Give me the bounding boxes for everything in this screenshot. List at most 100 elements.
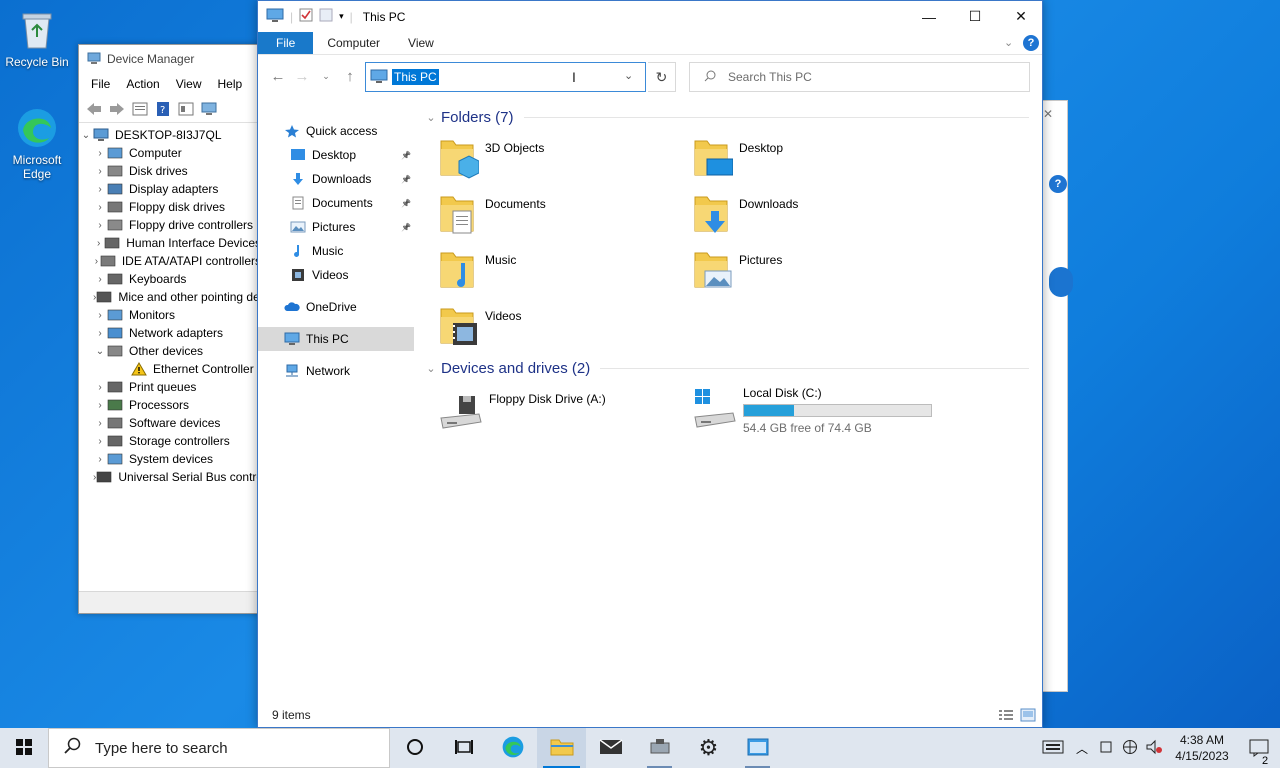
expand-chevron-icon[interactable]: › xyxy=(93,328,107,339)
forward-icon[interactable]: → xyxy=(290,68,314,85)
expand-ribbon-icon[interactable]: ⌄ xyxy=(1004,36,1013,49)
tree-item[interactable]: › Computer xyxy=(79,144,261,162)
taskbar-settings[interactable]: ⚙ xyxy=(684,728,733,768)
tab-file[interactable]: File xyxy=(258,32,314,54)
show-hidden-icons-chevron-icon[interactable]: ︿ xyxy=(1070,740,1094,757)
taskbar-device-manager[interactable] xyxy=(635,728,684,768)
nav-item-pictures[interactable]: Pictures 📌 xyxy=(258,215,414,239)
notifications-button[interactable]: 2 xyxy=(1238,739,1280,767)
nav-item-music[interactable]: Music xyxy=(258,239,414,263)
tree-item[interactable]: › Storage controllers xyxy=(79,432,261,450)
close-button[interactable]: ✕ xyxy=(998,1,1042,32)
expand-chevron-icon[interactable]: › xyxy=(93,400,107,411)
menu-view[interactable]: View xyxy=(168,77,210,91)
large-icons-view-icon[interactable] xyxy=(1020,708,1036,725)
folder-documents[interactable]: Documents xyxy=(439,193,546,235)
tree-item[interactable]: › Floppy drive controllers xyxy=(79,216,261,234)
desktop-icon-edge[interactable]: Microsoft Edge xyxy=(0,106,74,181)
minimize-button[interactable]: — xyxy=(906,1,952,32)
taskbar-search[interactable]: Type here to search xyxy=(48,728,390,768)
collapse-chevron-icon[interactable]: ⌄ xyxy=(423,362,439,375)
folder-pictures[interactable]: Pictures xyxy=(693,249,782,291)
clock[interactable]: 4:38 AM 4/15/2023 xyxy=(1166,732,1238,764)
tree-root[interactable]: ⌄ DESKTOP-8I3J7QL xyxy=(79,126,261,144)
taskbar-file-explorer[interactable] xyxy=(537,728,586,768)
tree-item[interactable]: › System devices xyxy=(79,450,261,468)
start-button[interactable] xyxy=(0,728,48,768)
collapse-chevron-icon[interactable]: ⌄ xyxy=(93,346,107,357)
network-globe-icon[interactable] xyxy=(1118,739,1142,758)
taskbar-app-window[interactable] xyxy=(733,728,782,768)
expand-chevron-icon[interactable]: › xyxy=(93,310,107,321)
refresh-button[interactable]: ↻ xyxy=(648,62,676,92)
nav-item-downloads[interactable]: Downloads 📌 xyxy=(258,167,414,191)
nav-item-quick-access[interactable]: Quick access xyxy=(258,119,414,143)
cortana-button[interactable] xyxy=(390,728,439,768)
pin-icon[interactable]: 📌 xyxy=(401,175,411,184)
expand-chevron-icon[interactable]: › xyxy=(93,184,107,195)
background-window[interactable]: ✕ ? xyxy=(1040,100,1073,692)
expand-chevron-icon[interactable]: › xyxy=(93,418,107,429)
tree-item[interactable]: › Display adapters xyxy=(79,180,261,198)
nav-item-network[interactable]: Network xyxy=(258,359,414,383)
device-manager-window[interactable]: Device Manager File Action View Help ? ⌄… xyxy=(78,44,262,614)
help-icon[interactable]: ? xyxy=(1023,35,1039,51)
expand-chevron-icon[interactable]: › xyxy=(93,454,107,465)
expand-chevron-icon[interactable]: › xyxy=(93,256,100,267)
collapse-chevron-icon[interactable]: ⌄ xyxy=(79,130,93,141)
nav-item-this-pc[interactable]: This PC xyxy=(258,327,414,351)
folder-downloads[interactable]: Downloads xyxy=(693,193,798,235)
folders-group-header[interactable]: ⌄ Folders (7) xyxy=(423,105,1029,129)
properties-icon[interactable] xyxy=(131,101,149,117)
expand-chevron-icon[interactable]: › xyxy=(93,220,107,231)
folder-3d-objects[interactable]: 3D Objects xyxy=(439,137,544,179)
address-bar[interactable]: This PC I ⌄ xyxy=(365,62,646,92)
maximize-button[interactable]: ☐ xyxy=(952,1,998,32)
tree-item[interactable]: › Keyboards xyxy=(79,270,261,288)
folder-desktop[interactable]: Desktop xyxy=(693,137,783,179)
tree-item[interactable]: › IDE ATA/ATAPI controllers xyxy=(79,252,261,270)
details-view-icon[interactable] xyxy=(998,708,1014,725)
expand-chevron-icon[interactable]: › xyxy=(93,166,107,177)
tree-item[interactable]: › Monitors xyxy=(79,306,261,324)
customize-dropdown-icon[interactable]: ▾ xyxy=(339,11,344,22)
tab-computer[interactable]: Computer xyxy=(313,32,394,54)
folder-videos[interactable]: Videos xyxy=(439,305,521,347)
nav-item-videos[interactable]: Videos xyxy=(258,263,414,287)
expand-chevron-icon[interactable]: › xyxy=(93,274,107,285)
pin-icon[interactable]: 📌 xyxy=(401,151,411,160)
properties-check-icon[interactable] xyxy=(299,8,313,25)
explorer-titlebar[interactable]: | ▾ | This PC — ☐ ✕ xyxy=(258,1,1042,32)
nav-item-onedrive[interactable]: OneDrive xyxy=(258,295,414,319)
close-icon[interactable]: ✕ xyxy=(1043,107,1053,121)
tree-item[interactable]: ›Mice and other pointing devices xyxy=(79,288,261,306)
tree-item[interactable]: › Network adapters xyxy=(79,324,261,342)
new-folder-icon[interactable] xyxy=(319,8,333,25)
menu-help[interactable]: Help xyxy=(210,77,251,91)
expand-chevron-icon[interactable]: › xyxy=(93,436,107,447)
menu-action[interactable]: Action xyxy=(118,77,167,91)
tree-item[interactable]: ⌄ Other devices xyxy=(79,342,261,360)
tree-item[interactable]: › Human Interface Devices xyxy=(79,234,261,252)
recent-dropdown-icon[interactable]: ⌄ xyxy=(314,71,338,82)
search-box[interactable]: Search This PC xyxy=(689,62,1030,92)
devices-group-header[interactable]: ⌄ Devices and drives (2) xyxy=(423,356,1029,380)
address-text[interactable]: This PC xyxy=(392,69,439,85)
drive-floppy[interactable]: Floppy Disk Drive (A:) xyxy=(439,390,606,432)
address-dropdown-icon[interactable]: ⌄ xyxy=(624,69,633,82)
up-icon[interactable]: ↑ xyxy=(338,68,362,85)
file-explorer-window[interactable]: | ▾ | This PC — ☐ ✕ File Computer View ⌄… xyxy=(257,0,1043,728)
pin-icon[interactable]: 📌 xyxy=(401,199,411,208)
tab-view[interactable]: View xyxy=(394,32,448,54)
tree-item[interactable]: › Disk drives xyxy=(79,162,261,180)
expand-chevron-icon[interactable]: › xyxy=(93,202,107,213)
tree-item[interactable]: › Software devices xyxy=(79,414,261,432)
back-arrow-icon[interactable] xyxy=(85,101,103,117)
tree-item[interactable]: ›Universal Serial Bus controllers xyxy=(79,468,261,486)
help-book-icon[interactable]: ? xyxy=(154,101,172,117)
forward-arrow-icon[interactable] xyxy=(108,101,126,117)
expand-chevron-icon[interactable]: › xyxy=(93,382,107,393)
tree-item[interactable]: Ethernet Controller xyxy=(79,360,261,378)
drive-local-c[interactable]: Local Disk (C:) 54.4 GB free of 74.4 GB xyxy=(693,385,932,435)
pin-icon[interactable]: 📌 xyxy=(401,223,411,232)
